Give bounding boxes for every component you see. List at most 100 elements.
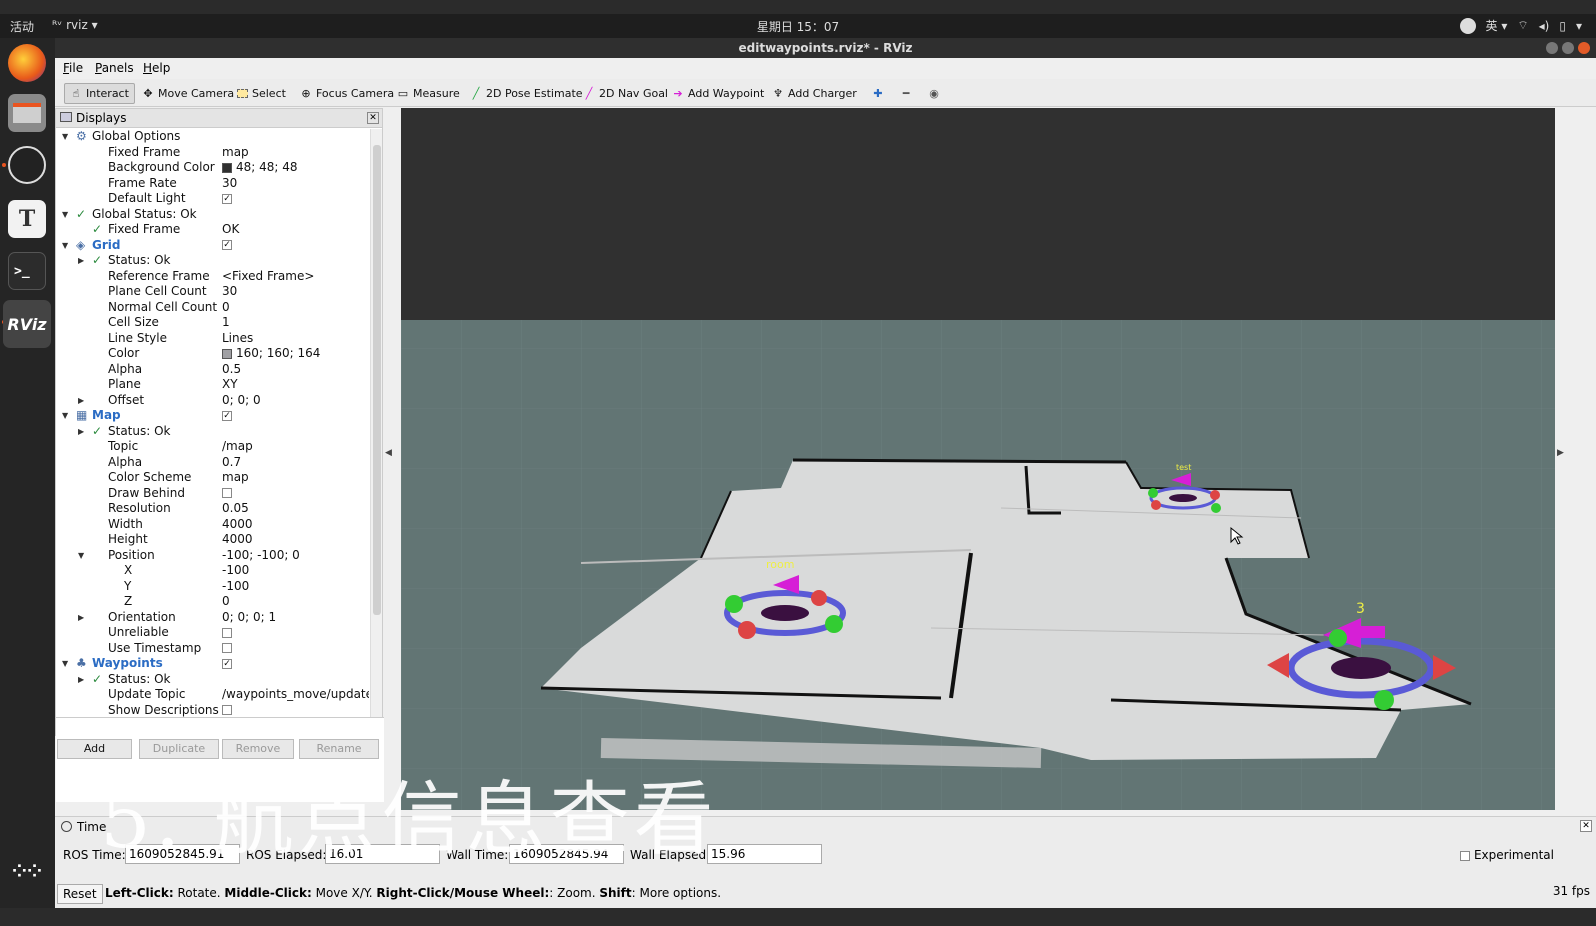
- expand-right-icon[interactable]: ▶: [78, 393, 84, 409]
- tree-row[interactable]: Topic/map: [56, 439, 369, 455]
- wifi-icon[interactable]: ⌔: [1517, 18, 1528, 33]
- tree-row[interactable]: Color 160; 160; 164: [56, 346, 369, 362]
- measure-tool-button[interactable]: ▭ Measure: [392, 83, 465, 104]
- experimental-checkbox-box[interactable]: [1460, 850, 1471, 861]
- select-tool-button[interactable]: Select: [232, 83, 291, 104]
- property-value[interactable]: 48; 48; 48: [222, 160, 298, 176]
- tree-row[interactable]: Cell Size 1: [56, 315, 369, 331]
- maximize-icon[interactable]: [1562, 42, 1574, 54]
- property-value[interactable]: /waypoints_move/update: [222, 687, 369, 703]
- render-3d-view[interactable]: test room 3: [401, 108, 1555, 810]
- property-value[interactable]: -100: [222, 579, 249, 595]
- property-value[interactable]: ✓: [222, 238, 232, 254]
- property-value[interactable]: 0.7: [222, 455, 241, 471]
- property-checkbox[interactable]: ✓: [222, 193, 232, 204]
- text-editor-icon[interactable]: T: [8, 200, 46, 238]
- close-icon[interactable]: [1578, 42, 1590, 54]
- tree-row[interactable]: Show Descriptions: [56, 703, 369, 718]
- tree-row[interactable]: ▶ ✓ Status: Ok: [56, 672, 369, 688]
- property-value[interactable]: ✓: [222, 408, 232, 424]
- property-checkbox[interactable]: [222, 488, 232, 498]
- experimental-checkbox[interactable]: Experimental: [1460, 848, 1554, 862]
- battery-icon[interactable]: ▯: [1559, 19, 1566, 33]
- tree-row[interactable]: Z0: [56, 594, 369, 610]
- close-time-panel-icon[interactable]: ✕: [1580, 820, 1592, 832]
- tree-row[interactable]: Unreliable: [56, 625, 369, 641]
- property-value[interactable]: ✓: [222, 191, 232, 207]
- collapse-left-arrow-icon[interactable]: ◀: [385, 448, 392, 458]
- tree-row[interactable]: Plane Cell Count 30: [56, 284, 369, 300]
- property-value[interactable]: -100; -100; 0: [222, 548, 300, 564]
- clock[interactable]: 星期日 15：07: [0, 18, 1596, 35]
- expand-down-icon[interactable]: ▼: [62, 656, 68, 672]
- property-value[interactable]: 4000: [222, 517, 253, 533]
- tree-row[interactable]: Alpha 0.5: [56, 362, 369, 378]
- tree-row[interactable]: X -100: [56, 563, 369, 579]
- tree-row[interactable]: Alpha 0.7: [56, 455, 369, 471]
- add-waypoint-tool-button[interactable]: ➔ Add Waypoint: [667, 83, 769, 104]
- tree-row[interactable]: ▼ ♣ Waypoints ✓: [56, 656, 369, 672]
- tree-row[interactable]: Color Scheme map: [56, 470, 369, 486]
- remove-tool-minus-icon[interactable]: ━: [895, 83, 917, 104]
- tree-row[interactable]: Fixed Frame map: [56, 145, 369, 161]
- property-checkbox[interactable]: [222, 705, 232, 715]
- expand-down-icon[interactable]: ▼: [78, 548, 84, 564]
- show-applications-icon[interactable]: ⁘⁘: [8, 852, 46, 890]
- tree-row[interactable]: ▶ ✓ Status: Ok: [56, 253, 369, 269]
- tree-row[interactable]: Frame Rate 30: [56, 176, 369, 192]
- tree-row[interactable]: Line Style Lines: [56, 331, 369, 347]
- expand-down-icon[interactable]: ▼: [62, 207, 68, 223]
- property-value[interactable]: /map: [222, 439, 253, 455]
- property-checkbox[interactable]: [222, 643, 232, 653]
- property-value[interactable]: 0; 0; 0; 1: [222, 610, 276, 626]
- wall-elapsed-field[interactable]: 15.96: [707, 844, 822, 864]
- property-value[interactable]: [222, 703, 232, 718]
- firefox-icon[interactable]: [8, 44, 46, 82]
- property-checkbox[interactable]: ✓: [222, 658, 232, 669]
- tree-row[interactable]: ▶ Offset 0; 0; 0: [56, 393, 369, 409]
- property-value[interactable]: 0: [222, 300, 230, 316]
- obs-tray-icon[interactable]: [1459, 17, 1476, 34]
- tree-row[interactable]: ▶ ✓ Status: Ok: [56, 424, 369, 440]
- property-value[interactable]: [222, 641, 232, 657]
- property-value[interactable]: 160; 160; 164: [222, 346, 320, 362]
- tool-properties-icon[interactable]: ◉: [923, 83, 945, 104]
- tree-row[interactable]: Update Topic/waypoints_move/update: [56, 687, 369, 703]
- property-value[interactable]: [222, 486, 232, 502]
- menu-file[interactable]: File: [63, 61, 83, 75]
- property-value[interactable]: <Fixed Frame>: [222, 269, 314, 285]
- tree-row[interactable]: Width 4000: [56, 517, 369, 533]
- expand-down-icon[interactable]: ▼: [62, 408, 68, 424]
- property-value[interactable]: 30: [222, 284, 237, 300]
- add-charger-tool-button[interactable]: ♆ Add Charger: [767, 83, 862, 104]
- tree-row[interactable]: ▶ Orientation 0; 0; 0; 1: [56, 610, 369, 626]
- volume-icon[interactable]: ◂): [1539, 19, 1550, 33]
- property-checkbox[interactable]: ✓: [222, 410, 232, 421]
- move-camera-tool-button[interactable]: ✥ Move Camera: [137, 83, 239, 104]
- tree-row[interactable]: Y -100: [56, 579, 369, 595]
- displays-scrollbar[interactable]: [370, 129, 382, 717]
- property-value[interactable]: map: [222, 145, 249, 161]
- close-panel-icon[interactable]: ✕: [367, 112, 379, 124]
- property-value[interactable]: [222, 625, 232, 641]
- nav-goal-tool-button[interactable]: ╱ 2D Nav Goal: [578, 83, 673, 104]
- interact-tool-button[interactable]: ☝ Interact: [64, 83, 135, 104]
- property-value[interactable]: 0; 0; 0: [222, 393, 261, 409]
- tree-row[interactable]: Plane XY: [56, 377, 369, 393]
- obs-studio-icon[interactable]: [8, 146, 46, 184]
- color-swatch[interactable]: [222, 348, 232, 359]
- tree-row[interactable]: ▼ Position -100; -100; 0: [56, 548, 369, 564]
- displays-tree[interactable]: ▼ ⚙ Global Options Fixed Frame map Background…: [56, 129, 369, 717]
- property-value[interactable]: ✓: [222, 656, 232, 672]
- collapse-right-arrow-icon[interactable]: ▶: [1557, 448, 1564, 458]
- terminal-icon[interactable]: >_: [8, 252, 46, 290]
- expand-right-icon[interactable]: ▶: [78, 610, 84, 626]
- expand-right-icon[interactable]: ▶: [78, 672, 84, 688]
- property-value[interactable]: 4000: [222, 532, 253, 548]
- expand-down-icon[interactable]: ▼: [62, 129, 68, 145]
- menu-help[interactable]: Help: [143, 61, 170, 75]
- tree-row[interactable]: Reference Frame <Fixed Frame>: [56, 269, 369, 285]
- property-value[interactable]: map: [222, 470, 249, 486]
- property-value[interactable]: 0: [222, 594, 230, 610]
- property-value[interactable]: 30: [222, 176, 237, 192]
